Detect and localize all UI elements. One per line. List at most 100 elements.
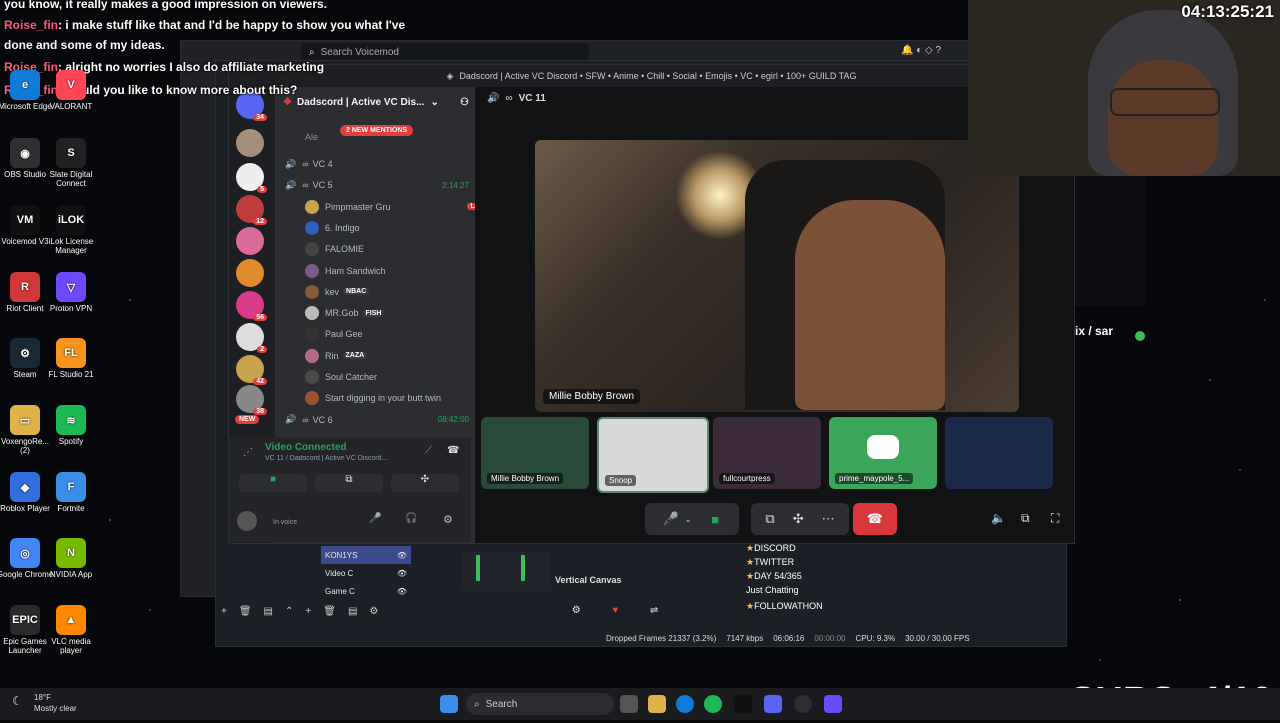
task-view-icon[interactable] <box>620 695 638 713</box>
server-icon[interactable]: 56 <box>236 291 267 321</box>
add-member-icon[interactable]: ⚇ <box>460 97 469 108</box>
proton-vpn-icon[interactable] <box>824 695 842 713</box>
eye-icon[interactable]: 👁 <box>397 569 411 578</box>
participant-tile[interactable]: fullcourtpress <box>713 417 821 489</box>
volume-icon[interactable]: 🔈 <box>991 511 1006 525</box>
member-name: Ham Sandwich <box>325 265 386 276</box>
participant-tile[interactable]: Snoop <box>597 417 709 493</box>
camera-button[interactable]: ■ <box>239 474 307 492</box>
desktop-icon[interactable]: N NVIDIA App <box>41 538 101 579</box>
voice-channel[interactable]: 🔊 ∞ VC 6 08:42:00 <box>285 410 485 430</box>
trash-icon[interactable]: 🗑 <box>239 606 252 620</box>
server-icon[interactable] <box>236 259 264 287</box>
server-icon[interactable]: 12 <box>236 195 267 225</box>
headphones-icon[interactable]: 🎧 <box>405 513 417 524</box>
app-icon: ▭ <box>10 405 40 435</box>
gear-icon[interactable]: ⚙ <box>369 606 378 620</box>
server-icon[interactable]: 42 <box>236 355 267 385</box>
weather-widget[interactable]: 18°F Mostly clear <box>34 692 77 714</box>
voice-member[interactable]: Ham Sandwich <box>285 261 505 281</box>
desktop-icon[interactable]: ▲ VLC media player <box>41 605 101 655</box>
voice-member[interactable]: FALOMIE <box>285 239 505 259</box>
voice-member[interactable]: Paul Gee <box>285 324 505 344</box>
server-icon[interactable] <box>236 227 264 255</box>
filter-icon[interactable]: ▤ <box>264 606 273 620</box>
gear-icon[interactable]: ⚙ <box>572 605 581 616</box>
voice-member[interactable]: MR.Gob FISH <box>285 303 505 323</box>
voice-member[interactable]: Pimpmaster GruLIVE <box>285 197 505 217</box>
participant-tile[interactable] <box>945 417 1053 489</box>
desktop-icon[interactable]: F Fortnite <box>41 472 101 513</box>
rec-time: 00:00:00 <box>814 633 846 643</box>
speaker-icon: 🔊 <box>285 179 297 190</box>
audio-mixer <box>461 551 551 591</box>
leave-call-button[interactable]: ☎ <box>853 503 897 535</box>
bitrate: 7147 kbps <box>726 633 764 643</box>
trash-icon[interactable]: 🗑 <box>323 606 336 620</box>
noise-suppression-icon[interactable]: ⟋ <box>425 445 432 456</box>
desktop-icon[interactable]: iLOK iLok License Manager <box>41 205 101 255</box>
notification-icon[interactable]: 🔔 ◐ ◇ ? <box>901 45 941 56</box>
add-icon[interactable]: + <box>305 606 311 620</box>
voicemod-icon[interactable] <box>734 695 752 713</box>
activities-button[interactable]: ✣ <box>391 474 459 492</box>
more-icon[interactable]: ⋯ <box>822 511 835 527</box>
fullscreen-icon[interactable]: ⛶ <box>1051 511 1059 526</box>
popout-icon[interactable]: ⧉ <box>1021 511 1030 526</box>
disconnect-icon[interactable]: ☎ <box>447 445 459 456</box>
microphone-icon[interactable]: 🎤 <box>369 513 381 524</box>
weather-icon[interactable]: ☾ <box>12 694 23 708</box>
eye-icon[interactable]: 👁 <box>397 551 411 560</box>
settings-gear-icon[interactable]: ⚙ <box>443 513 453 526</box>
avatar[interactable] <box>237 511 257 531</box>
server-icon[interactable]: 38 <box>236 385 267 415</box>
desktop-icon[interactable]: ≋ Spotify <box>41 405 101 446</box>
desktop-icon-label: FL Studio 21 <box>48 370 94 379</box>
edge-icon[interactable] <box>676 695 694 713</box>
new-mentions-pill[interactable]: 2 NEW MENTIONS <box>340 125 414 136</box>
taskbar-search[interactable]: ⌕ Search <box>466 693 614 715</box>
voice-member[interactable]: Rin ZAZA <box>285 346 505 366</box>
desktop-icon[interactable]: V VALORANT <box>41 70 101 111</box>
start-icon[interactable] <box>440 695 458 713</box>
server-badge: 38 <box>253 408 267 415</box>
desktop-icon[interactable]: S Slate Digital Connect <box>41 138 101 188</box>
camera-toggle-button[interactable]: ■ <box>691 503 739 535</box>
server-icon[interactable]: 2 <box>236 323 267 353</box>
link-icon[interactable]: ⇌ <box>650 605 658 616</box>
desktop-icon[interactable]: ▽ Proton VPN <box>41 272 101 313</box>
heart-icon[interactable]: ♥ <box>612 605 618 616</box>
voice-channel[interactable]: 🔊 ∞ VC 5 2:14:27 <box>285 175 485 195</box>
search-bar[interactable]: ⌕ Search Voicemod <box>301 43 589 61</box>
discord-icon[interactable] <box>764 695 782 713</box>
eye-icon[interactable]: 👁 <box>397 587 411 596</box>
spotify-icon[interactable] <box>704 695 722 713</box>
server-header[interactable]: ❖ Dadscord | Active VC Dis... ⌄ ⚇ <box>283 91 469 113</box>
filter-icon[interactable]: ▤ <box>348 606 357 620</box>
voice-channel-info[interactable]: VC 11 / Dadscord | Active VC Discord... <box>265 455 415 462</box>
add-icon[interactable]: + <box>221 606 227 620</box>
voice-member[interactable]: Start digging in your butt twin <box>285 388 505 408</box>
stage-header: 🔊 ∞ VC 11 <box>487 93 546 104</box>
server-icon[interactable] <box>236 129 264 157</box>
voice-member[interactable]: 6. Indigo <box>285 218 505 238</box>
screen-share-button[interactable]: ⧉ <box>315 474 383 492</box>
voice-channel[interactable]: 🔊 ∞ VC 4 <box>285 154 485 174</box>
participant-tile[interactable]: prime_maypole_5... <box>829 417 937 489</box>
voice-member[interactable]: Soul Catcher <box>285 367 505 387</box>
source-item[interactable]: Video C 👁 <box>321 564 411 582</box>
server-icon[interactable]: 5 <box>236 163 267 193</box>
activities-icon[interactable]: ✣ <box>793 511 804 527</box>
source-item[interactable]: KON1YS 👁 <box>321 546 411 564</box>
member-name[interactable]: Ale <box>305 132 318 142</box>
obs-icon[interactable] <box>794 695 812 713</box>
screen-share-icon[interactable]: ⧉ <box>765 511 774 527</box>
desktop-icon[interactable]: FL FL Studio 21 <box>41 338 101 379</box>
new-badge[interactable]: NEW <box>235 415 260 424</box>
source-item[interactable]: Game C 👁 <box>321 582 411 600</box>
chevron-up-icon[interactable]: ⌃ <box>285 606 293 620</box>
participant-tile[interactable]: Millie Bobby Brown <box>481 417 589 489</box>
main-video[interactable]: Millie Bobby Brown <box>535 140 1019 412</box>
file-explorer-icon[interactable] <box>648 695 666 713</box>
voice-member[interactable]: kev NBAC <box>285 282 505 302</box>
